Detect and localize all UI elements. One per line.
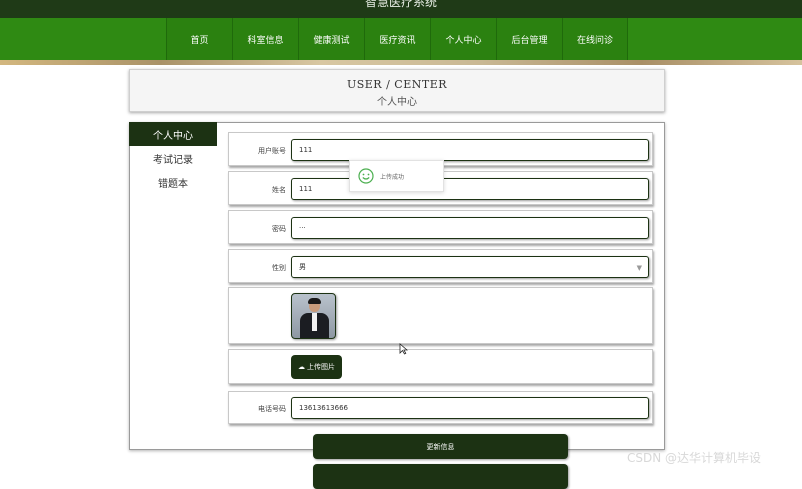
gender-select[interactable]: 男 ▼ xyxy=(291,256,649,278)
nav-item-online-consult[interactable]: 在线问诊 xyxy=(562,18,628,60)
site-title: 智慧医疗系统 xyxy=(364,0,437,9)
form-row-phone: 电话号码 13613613666 xyxy=(228,391,653,424)
upload-label: 上传图片 xyxy=(307,363,335,371)
nav-item-departments[interactable]: 科室信息 xyxy=(232,18,298,60)
cloud-upload-icon: ☁ xyxy=(298,363,305,371)
account-field[interactable]: 111 xyxy=(291,139,649,161)
gender-label: 性别 xyxy=(272,264,286,272)
sidebar-item-wrong-questions[interactable]: 错题本 xyxy=(129,170,217,194)
password-label: 密码 xyxy=(272,225,286,233)
toast-text: 上传成功 xyxy=(380,173,405,181)
update-info-button[interactable]: 更新信息 xyxy=(313,434,568,459)
hero-banner-strip xyxy=(0,60,802,65)
main-nav: 首页 科室信息 健康测试 医疗资讯 个人中心 后台管理 在线问诊 xyxy=(166,18,628,60)
nav-item-health-test[interactable]: 健康测试 xyxy=(298,18,364,60)
form-row-password: 密码 ··· xyxy=(228,210,653,244)
avatar-hair xyxy=(308,298,321,304)
sidebar-item-exam-records[interactable]: 考试记录 xyxy=(129,146,217,170)
mouse-cursor-icon xyxy=(399,343,408,355)
gender-value: 男 xyxy=(299,263,306,271)
password-field[interactable]: ··· xyxy=(291,217,649,239)
form-row-gender: 性别 男 ▼ xyxy=(228,249,653,283)
nav-item-home[interactable]: 首页 xyxy=(166,18,232,60)
account-label: 用户账号 xyxy=(258,147,286,155)
top-bar: 智慧医疗系统 xyxy=(0,0,802,18)
nav-item-admin[interactable]: 后台管理 xyxy=(496,18,562,60)
sidebar-item-personal-center[interactable]: 个人中心 xyxy=(129,122,217,146)
name-label: 姓名 xyxy=(272,186,286,194)
smile-icon xyxy=(358,168,374,184)
upload-success-toast: 上传成功 xyxy=(349,160,444,192)
avatar-shirt xyxy=(312,313,317,331)
page-header: USER / CENTER 个人中心 xyxy=(129,69,665,112)
phone-label: 电话号码 xyxy=(258,405,286,413)
avatar xyxy=(291,293,336,339)
sidebar: 个人中心 考试记录 错题本 xyxy=(129,122,217,450)
page-title-en: USER / CENTER xyxy=(346,78,448,91)
name-field[interactable]: 111 xyxy=(291,178,649,200)
nav-item-medical-news[interactable]: 医疗资讯 xyxy=(364,18,430,60)
nav-item-personal-center[interactable]: 个人中心 xyxy=(430,18,496,60)
page-title-zh: 个人中心 xyxy=(377,97,417,108)
chevron-down-icon: ▼ xyxy=(636,264,642,272)
upload-image-button[interactable]: ☁ 上传图片 xyxy=(291,355,342,379)
watermark: CSDN @达华计算机毕设 xyxy=(627,451,762,465)
secondary-action-button[interactable] xyxy=(313,464,568,489)
phone-field[interactable]: 13613613666 xyxy=(291,397,649,419)
